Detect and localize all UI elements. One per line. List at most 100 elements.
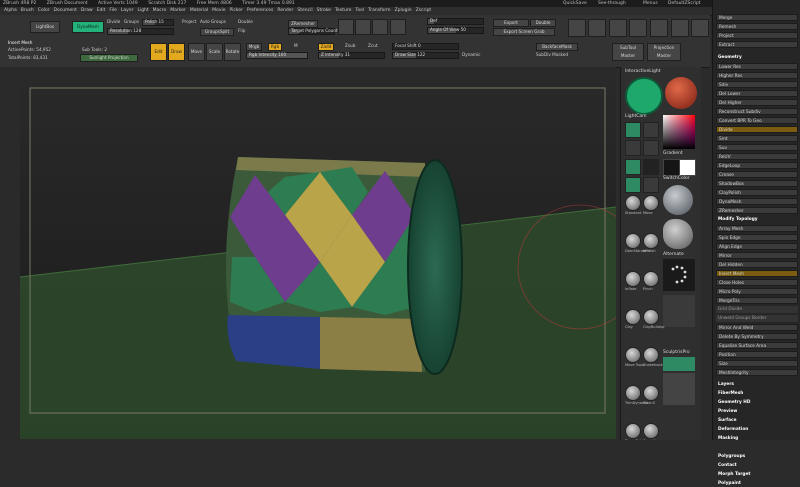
subdiv-masked-label[interactable]: SubDiv Masked <box>536 52 568 57</box>
color-picker[interactable] <box>663 115 695 149</box>
topo-grid-divide-button[interactable]: Grid Divide <box>716 306 798 313</box>
geo-lower-res-button[interactable]: Lower Res <box>716 63 798 70</box>
frame-icon[interactable] <box>588 19 606 37</box>
lightbox-button[interactable]: LightBox <box>30 21 60 33</box>
subtool-master-button[interactable]: SubTool Master <box>612 43 644 61</box>
main-color-swatch[interactable] <box>663 159 680 176</box>
dark-swatch-icon[interactable] <box>643 159 659 175</box>
menu-item-file[interactable]: File <box>109 8 117 13</box>
geo-divide-button[interactable]: Divide <box>716 126 798 133</box>
geo-del-higher-button[interactable]: Del Higher <box>716 99 798 106</box>
topo-align-edge-button[interactable]: Align Edge <box>716 243 798 250</box>
light-plus-icon[interactable] <box>643 122 659 138</box>
rotate-view-icon[interactable] <box>609 19 627 37</box>
menu-item-alpha[interactable]: Alpha <box>4 8 17 13</box>
topo-mirror-button[interactable]: Mirror <box>716 252 798 259</box>
divide-label[interactable]: Divide <box>107 19 120 24</box>
zcut-button[interactable]: Zcut <box>368 43 377 48</box>
menu-item-macro[interactable]: Macro <box>153 8 167 13</box>
menu-item-render[interactable]: Render <box>277 8 293 13</box>
flip-button[interactable]: Flip <box>238 28 245 33</box>
topo-spin-edge-button[interactable]: Spin Edge <box>716 234 798 241</box>
z-intensity-slider[interactable]: Z Intensity 31 <box>318 52 385 59</box>
geo-sdiv-button[interactable]: Sdiv <box>716 81 798 88</box>
default-script-button[interactable]: DefaultZScript <box>668 0 701 7</box>
rgb-button[interactable]: Rgb <box>268 43 282 51</box>
viewport-canvas[interactable] <box>19 67 643 439</box>
auto-groups-button[interactable]: Auto Groups <box>200 19 226 24</box>
zremesher-subpalette[interactable]: ZRemesher <box>716 207 798 214</box>
export-screen-grab-button[interactable]: Export Screen Grab <box>493 28 555 36</box>
menu-item-material[interactable]: Material <box>190 8 208 13</box>
material-sphere[interactable] <box>665 77 697 109</box>
polish-slider[interactable]: Polish 15 <box>142 19 174 26</box>
menu-item-edit[interactable]: Edit <box>97 8 106 13</box>
grid-toggle-icon[interactable] <box>625 159 641 175</box>
section-preview[interactable]: Preview <box>716 408 798 415</box>
topo-mergetris-button[interactable]: MergeTris <box>716 297 798 304</box>
brush-damstandard-icon[interactable] <box>625 233 641 249</box>
home-icon[interactable] <box>625 177 641 193</box>
topo-del-hidden-button[interactable]: Del Hidden <box>716 261 798 268</box>
brush-pinch-icon[interactable] <box>643 271 659 287</box>
mrgb-button[interactable]: Mrgb <box>246 43 262 51</box>
m-button[interactable]: M <box>294 43 298 48</box>
section-deformation[interactable]: Deformation <box>716 426 798 433</box>
export-button[interactable]: Export <box>493 19 529 27</box>
menu-item-stroke[interactable]: Stroke <box>317 8 331 13</box>
camera-button[interactable] <box>390 19 406 35</box>
menu-item-texture[interactable]: Texture <box>335 8 351 13</box>
groups-label[interactable]: Groups <box>124 19 139 24</box>
menu-item-zscript[interactable]: Zscript <box>416 8 432 13</box>
interactive-light-sphere[interactable] <box>625 77 663 115</box>
crease-subpalette[interactable]: Crease <box>716 171 798 178</box>
texture-preview[interactable] <box>663 373 695 405</box>
secondary-color-swatch[interactable] <box>679 159 696 176</box>
subtool-extract-button[interactable]: Extract <box>716 41 798 48</box>
camera-view-icon[interactable] <box>568 19 586 37</box>
backface-mask-button[interactable]: BackfaceMask <box>536 43 578 51</box>
section-polygroups[interactable]: Polygroups <box>716 453 798 460</box>
local-symmetry-button[interactable] <box>372 19 388 35</box>
section-geometry-hd[interactable]: Geometry HD <box>716 399 798 406</box>
scale-button[interactable]: Scale <box>206 43 223 61</box>
zremesher-button[interactable]: ZRemesher <box>288 20 318 28</box>
matcap-sphere[interactable] <box>663 185 693 215</box>
zadd-button[interactable]: Zadd <box>318 43 334 51</box>
brush-standard-icon[interactable] <box>625 195 641 211</box>
topo-array-mesh-button[interactable]: Array Mesh <box>716 225 798 232</box>
topo-equalize-surface-area-button[interactable]: Equalize Surface Area <box>716 342 798 349</box>
topo-close-holes-button[interactable]: Close Holes <box>716 279 798 286</box>
brush-preview[interactable] <box>663 219 693 249</box>
brush-slash3-icon[interactable] <box>643 385 659 401</box>
topo-micro-poly-button[interactable]: Micro Poly <box>716 288 798 295</box>
grid-view-icon[interactable] <box>629 19 647 37</box>
section-contact[interactable]: Contact <box>716 462 798 469</box>
geo-reuv-button[interactable]: ReUV <box>716 153 798 160</box>
geo-higher-res-button[interactable]: Higher Res <box>716 72 798 79</box>
transp-view-icon[interactable] <box>691 19 709 37</box>
menu-item-draw[interactable]: Draw <box>81 8 93 13</box>
menu-item-layer[interactable]: Layer <box>121 8 134 13</box>
transp-icon[interactable] <box>643 177 659 193</box>
geo-suv-button[interactable]: Suv <box>716 144 798 151</box>
see-through-slider[interactable]: See-through <box>598 0 626 7</box>
double-button[interactable]: Double <box>530 19 556 27</box>
subtool-project-button[interactable]: Project <box>716 32 798 39</box>
geo-meshintegrity-subpalette[interactable]: MeshIntegrity <box>716 369 798 376</box>
draw-button[interactable]: Draw <box>168 43 185 61</box>
menu-item-preferences[interactable]: Preferences <box>247 8 273 13</box>
menu-item-picker[interactable]: Picker <box>229 8 242 13</box>
stroke-preview[interactable] <box>663 259 695 291</box>
rotate-button[interactable]: Rotate <box>224 43 241 61</box>
geometry-section-header[interactable]: Geometry <box>716 54 798 61</box>
light-frame-icon[interactable] <box>643 140 659 156</box>
section-surface[interactable]: Surface <box>716 417 798 424</box>
menu-item-movie[interactable]: Movie <box>212 8 225 13</box>
move-button[interactable]: Move <box>188 43 205 61</box>
section-morph-target[interactable]: Morph Target <box>716 471 798 478</box>
dynamesh-subpalette[interactable]: DynaMesh <box>716 198 798 205</box>
brush-hpolish-icon[interactable] <box>643 233 659 249</box>
subtool-remesh-button[interactable]: Remesh <box>716 23 798 30</box>
modify-topology-header[interactable]: Modify Topology <box>716 216 798 223</box>
